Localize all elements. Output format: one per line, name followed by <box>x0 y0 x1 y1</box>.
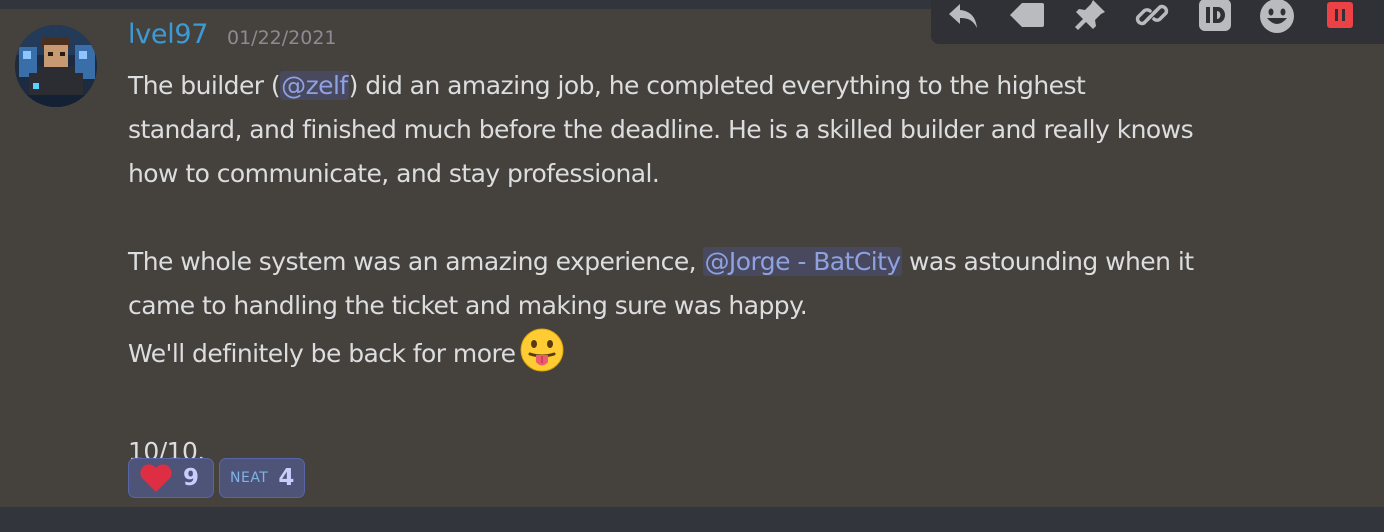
id-icon <box>1198 0 1231 31</box>
message-line: came to handling the ticket and making s… <box>128 291 808 320</box>
message-text: The whole system was an amazing experien… <box>128 247 704 276</box>
message-line: how to communicate, and stay professiona… <box>128 159 660 188</box>
message-line: The whole system was an amazing experien… <box>128 240 1348 284</box>
bottom-strip <box>0 507 1384 532</box>
tag-icon <box>1009 3 1044 27</box>
message-text: We'll definitely be back for more <box>128 339 516 368</box>
chat-message[interactable]: lvel97 01/22/2021 The builder (@zelf) di… <box>0 9 1384 507</box>
user-mention[interactable]: @Jorge - BatCity <box>703 247 902 276</box>
reply-icon <box>949 4 978 28</box>
copy-id-button[interactable] <box>1197 0 1234 34</box>
delete-button[interactable] <box>1322 0 1359 34</box>
link-icon <box>1136 4 1169 26</box>
neat-custom-emoji: NEAT <box>230 470 269 486</box>
reactions: 9 NEAT 4 <box>128 458 305 498</box>
message-text: was astounding when it <box>901 247 1194 276</box>
message-text: The builder ( <box>128 71 281 100</box>
message-line: 10/10. <box>128 437 205 466</box>
tag-button[interactable] <box>1008 0 1046 34</box>
user-mention[interactable]: @zelf <box>280 71 349 100</box>
reaction-count: 9 <box>183 465 200 491</box>
stuck-out-tongue-emoji[interactable] <box>520 328 564 386</box>
add-reaction-button[interactable] <box>1259 0 1296 34</box>
message-toolbar <box>931 0 1384 44</box>
reaction-count: 4 <box>278 465 295 491</box>
reply-button[interactable] <box>945 0 982 34</box>
delete-icon <box>1326 2 1353 28</box>
message-line: standard, and finished much before the d… <box>128 115 1194 144</box>
timestamp[interactable]: 01/22/2021 <box>227 27 337 49</box>
avatar[interactable] <box>15 25 97 107</box>
heart-icon <box>140 464 172 492</box>
message-content: The builder (@zelf) did an amazing job, … <box>128 64 1348 474</box>
pin-icon <box>1074 0 1105 30</box>
copy-link-button[interactable] <box>1134 0 1171 34</box>
reaction-heart[interactable]: 9 <box>128 458 214 498</box>
pin-button[interactable] <box>1072 0 1109 34</box>
message-text: ) did an amazing job, he completed every… <box>348 71 1086 100</box>
avatar-image <box>15 25 97 107</box>
username[interactable]: lvel97 <box>128 19 208 50</box>
message-line: The builder (@zelf) did an amazing job, … <box>128 64 1348 108</box>
reaction-neat[interactable]: NEAT 4 <box>219 458 305 498</box>
emoji-icon <box>1260 0 1295 33</box>
message-line: We'll definitely be back for more <box>128 328 1348 386</box>
